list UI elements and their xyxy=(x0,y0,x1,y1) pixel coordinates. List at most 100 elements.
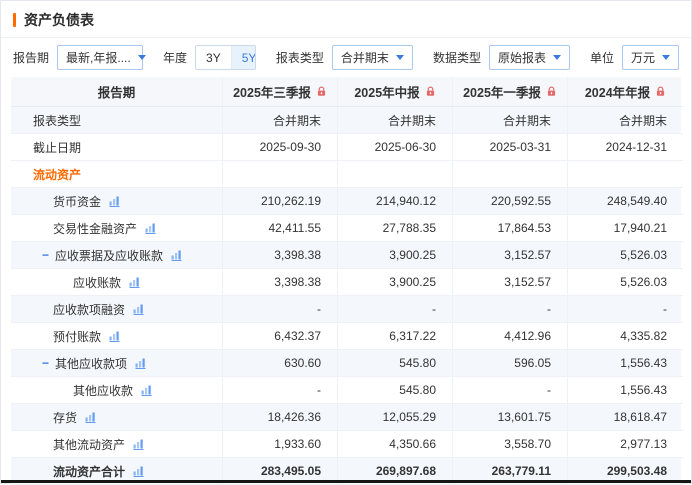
year-option-5y[interactable]: 5Y xyxy=(232,46,256,69)
chevron-down-icon xyxy=(662,55,670,60)
row-label: 截止日期 xyxy=(33,139,81,156)
mini-bar-chart-icon[interactable] xyxy=(135,358,147,369)
lock-icon[interactable] xyxy=(546,86,557,97)
row-value-cell: 17,940.21 xyxy=(568,215,683,242)
row-value-cell: 4,412.96 xyxy=(453,323,568,350)
unit-select[interactable]: 万元 xyxy=(622,45,679,70)
row-value-cell: 6,432.37 xyxy=(223,323,338,350)
mini-bar-chart-icon[interactable] xyxy=(145,223,157,234)
year-range-group: 3Y 5Y 10Y 起始 至 结束 xyxy=(195,45,256,70)
unit-value: 万元 xyxy=(631,49,655,66)
filter-bar: 报告期 最新,年报.... 年度 3Y 5Y 10Y 起始 至 结束 报表类型 … xyxy=(1,37,691,77)
row-label: 交易性金融资产 xyxy=(53,220,137,237)
row-value-cell: - xyxy=(223,377,338,404)
data-type-value: 原始报表 xyxy=(498,49,546,66)
mini-bar-chart-icon[interactable] xyxy=(109,331,121,342)
row-label: 应收账款 xyxy=(73,274,121,291)
table-row: 报表类型合并期末合并期末合并期末合并期末 xyxy=(11,107,681,134)
row-value-cell: 545.80 xyxy=(338,350,453,377)
chevron-down-icon xyxy=(553,55,561,60)
bottom-edge-bar xyxy=(1,480,691,483)
data-type-select[interactable]: 原始报表 xyxy=(489,45,570,70)
lock-icon[interactable] xyxy=(425,86,436,97)
report-period-select[interactable]: 最新,年报.... xyxy=(57,45,143,70)
chevron-down-icon xyxy=(396,55,404,60)
row-value-cell: 合并期末 xyxy=(338,107,453,134)
row-value-cell: 4,335.82 xyxy=(568,323,683,350)
table-body: 报表类型合并期末合并期末合并期末合并期末截止日期2025-09-302025-0… xyxy=(11,107,681,485)
row-value-cell: 2024-12-31 xyxy=(568,134,683,161)
row-label: 存货 xyxy=(53,409,77,426)
table-row: 货币资金210,262.19214,940.12220,592.55248,54… xyxy=(11,188,681,215)
table-row: 其他流动资产1,933.604,350.663,558.702,977.13 xyxy=(11,431,681,458)
table-row: 预付账款 6,432.376,317.224,412.964,335.82 xyxy=(11,323,681,350)
title-accent-bar xyxy=(13,13,16,27)
row-value-cell: 1,556.43 xyxy=(568,377,683,404)
mini-bar-chart-icon[interactable] xyxy=(171,250,183,261)
row-value-cell: 6,317.22 xyxy=(338,323,453,350)
mini-bar-chart-icon[interactable] xyxy=(85,412,97,423)
row-value-cell: 630.60 xyxy=(223,350,338,377)
row-value-cell: 17,864.53 xyxy=(453,215,568,242)
mini-bar-chart-icon[interactable] xyxy=(133,466,145,477)
row-value-cell: 5,526.03 xyxy=(568,269,683,296)
mini-bar-chart-icon[interactable] xyxy=(109,196,121,207)
table-header-row: 报告期2025年三季报2025年中报2025年一季报2024年年报 xyxy=(11,77,681,107)
row-label: 流动资产 xyxy=(33,166,81,183)
row-value-cell: - xyxy=(223,296,338,323)
row-label-cell: −应收票据及应收账款 xyxy=(11,242,223,269)
row-value-cell: 13,601.75 xyxy=(453,404,568,431)
statement-type-select[interactable]: 合并期末 xyxy=(332,45,413,70)
row-label-cell: 截止日期 xyxy=(11,134,223,161)
collapse-minus-icon[interactable]: − xyxy=(42,357,49,369)
row-label-cell: 存货 xyxy=(11,404,223,431)
row-value-cell: 42,411.55 xyxy=(223,215,338,242)
row-label-cell: 报表类型 xyxy=(11,107,223,134)
row-value-cell: 4,350.66 xyxy=(338,431,453,458)
row-label: 其他流动资产 xyxy=(53,436,125,453)
report-period-value: 最新,年报.... xyxy=(66,49,131,66)
mini-bar-chart-icon[interactable] xyxy=(133,439,145,450)
row-label-cell: −其他应收款项 xyxy=(11,350,223,377)
row-value-cell: 12,055.29 xyxy=(338,404,453,431)
mini-bar-chart-icon[interactable] xyxy=(141,385,153,396)
statement-type-value: 合并期末 xyxy=(341,49,389,66)
row-value-cell: 2025-09-30 xyxy=(223,134,338,161)
table-row: 存货18,426.3612,055.2913,601.7518,618.47 xyxy=(11,404,681,431)
row-value-cell xyxy=(568,161,683,188)
row-value-cell: 1,556.43 xyxy=(568,350,683,377)
table-row: −应收票据及应收账款3,398.383,900.253,152.575,526.… xyxy=(11,242,681,269)
lock-icon[interactable] xyxy=(655,86,666,97)
balance-sheet-table: 报告期2025年三季报2025年中报2025年一季报2024年年报 报表类型合并… xyxy=(11,77,681,485)
statement-type-label: 报表类型 xyxy=(276,49,324,66)
row-value-cell: - xyxy=(338,296,453,323)
report-period-label: 报告期 xyxy=(13,49,49,66)
row-label-cell: 其他应收款 xyxy=(11,377,223,404)
table-row: 应收款项融资---- xyxy=(11,296,681,323)
row-value-cell: 3,152.57 xyxy=(453,242,568,269)
collapse-minus-icon[interactable]: − xyxy=(42,249,49,261)
row-label-cell: 应收款项融资 xyxy=(11,296,223,323)
mini-bar-chart-icon[interactable] xyxy=(133,304,145,315)
year-option-3y[interactable]: 3Y xyxy=(196,46,232,69)
row-value-cell: 18,618.47 xyxy=(568,404,683,431)
row-value-cell: 合并期末 xyxy=(453,107,568,134)
row-value-cell: 合并期末 xyxy=(568,107,683,134)
row-value-cell: 3,398.38 xyxy=(223,242,338,269)
row-value-cell xyxy=(338,161,453,188)
data-type-label: 数据类型 xyxy=(433,49,481,66)
lock-icon[interactable] xyxy=(316,86,327,97)
mini-bar-chart-icon[interactable] xyxy=(129,277,141,288)
header-period-3: 2024年年报 xyxy=(568,77,683,107)
header-period-label: 2025年一季报 xyxy=(463,82,541,101)
row-value-cell: 3,900.25 xyxy=(338,242,453,269)
row-value-cell xyxy=(223,161,338,188)
table-row: 其他应收款-545.80-1,556.43 xyxy=(11,377,681,404)
row-label: 预付账款 xyxy=(53,328,101,345)
page-title: 资产负债表 xyxy=(24,10,94,30)
row-value-cell: 596.05 xyxy=(453,350,568,377)
unit-label: 单位 xyxy=(590,49,614,66)
row-value-cell: - xyxy=(568,296,683,323)
header-period-label: 2024年年报 xyxy=(585,82,650,101)
row-label: 报表类型 xyxy=(33,112,81,129)
